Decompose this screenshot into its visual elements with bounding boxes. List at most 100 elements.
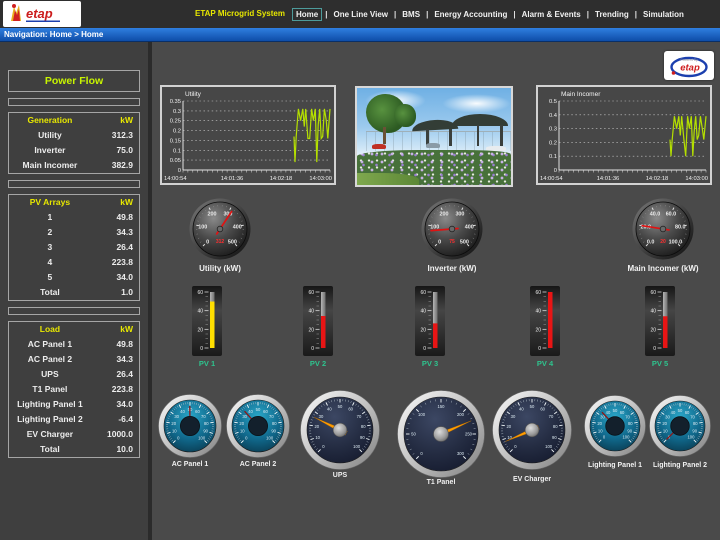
breadcrumb: Navigation: Home > Home [0, 28, 720, 42]
svg-text:60: 60 [195, 409, 200, 414]
svg-text:14:00:54: 14:00:54 [540, 176, 563, 182]
pv-3-label: PV 3 [400, 359, 460, 368]
menu-item-one-line-view[interactable]: One Line View [330, 9, 391, 20]
section-pv-arrays: PV ArrayskW149.8234.3326.44223.8534.0Tot… [8, 194, 140, 301]
section-header: Generation [9, 113, 91, 128]
svg-text:50: 50 [338, 404, 343, 409]
table-row: Main Incomer382.9 [9, 158, 139, 173]
svg-text:200: 200 [208, 211, 217, 217]
svg-text:500: 500 [228, 239, 237, 245]
svg-text:70: 70 [269, 414, 274, 419]
power-flow-sections: Generation kW Utility312.3Inverter75.0Main… [8, 98, 140, 458]
svg-text:0: 0 [538, 346, 541, 352]
logo-text: etap [26, 6, 53, 21]
pv-meter-bar [548, 292, 553, 348]
svg-text:0.15: 0.15 [170, 138, 181, 144]
svg-text:10: 10 [240, 429, 245, 434]
row-label: AC Panel 2 [9, 352, 91, 367]
menu-item-simulation[interactable]: Simulation [640, 9, 687, 20]
menu-item-bms[interactable]: BMS [399, 9, 423, 20]
main-incomer-chart-svg: Main Incomer00.10.20.30.40.514:00:5414:0… [538, 87, 710, 183]
svg-text:30: 30 [511, 414, 516, 419]
svg-text:60: 60 [420, 290, 426, 296]
svg-text:70: 70 [201, 414, 206, 419]
menu-item-trending[interactable]: Trending [592, 9, 632, 20]
photo-cloud [442, 94, 511, 113]
svg-text:60: 60 [308, 290, 314, 296]
row-value: 1000.0 [91, 427, 133, 442]
svg-text:30: 30 [319, 414, 324, 419]
svg-text:300: 300 [457, 451, 465, 456]
svg-text:0: 0 [438, 239, 441, 245]
svg-text:50: 50 [411, 432, 416, 437]
menu-item-alarm-events[interactable]: Alarm & Events [519, 9, 584, 20]
svg-text:90: 90 [271, 429, 276, 434]
row-value: 10.0 [91, 442, 133, 457]
row-value: 312.3 [91, 128, 133, 143]
row-label: 3 [9, 240, 91, 255]
pv-meter-bar [210, 302, 215, 348]
section-unit: kW [91, 322, 133, 337]
section-generation: GenerationkWUtility312.3Inverter75.0Main… [8, 112, 140, 174]
row-label: Lighting Panel 1 [9, 397, 91, 412]
svg-text:20: 20 [597, 421, 602, 426]
svg-text:0: 0 [554, 168, 557, 174]
pv-1-meter: 0204060 [192, 286, 222, 356]
lighting-panel-2-gauge: 0102030405060708090100 [649, 395, 711, 457]
row-value: 34.3 [91, 225, 133, 240]
table-row: Total10.0 [9, 442, 139, 457]
svg-text:0: 0 [423, 346, 426, 352]
pv-4-meter: 0204060 [530, 286, 560, 356]
row-value: 75.0 [91, 143, 133, 158]
round-gauge-svg: 0102030405060708090100 [226, 394, 290, 458]
svg-text:20: 20 [308, 327, 314, 333]
svg-text:20: 20 [239, 421, 244, 426]
photo-car [372, 144, 386, 149]
table-row: Inverter75.0 [9, 143, 139, 158]
section-spacer [8, 180, 140, 188]
svg-text:0.25: 0.25 [170, 119, 181, 125]
t1-panel-gauge: 050100150200250300 [397, 390, 485, 478]
pv-meter-svg: 0204060 [415, 286, 445, 356]
svg-text:40: 40 [535, 309, 541, 315]
row-label: Inverter [9, 143, 91, 158]
pv-meter-svg: 0204060 [192, 286, 222, 356]
svg-text:100: 100 [622, 435, 630, 440]
row-label: 4 [9, 255, 91, 270]
table-row: Utility312.3 [9, 128, 139, 143]
svg-text:150: 150 [438, 404, 446, 409]
svg-text:250: 250 [465, 432, 473, 437]
svg-text:90: 90 [203, 429, 208, 434]
svg-text:60: 60 [650, 290, 656, 296]
photo-canopy-post [449, 129, 451, 146]
ac-panel-1-gauge: 0102030405060708090100 [158, 394, 222, 458]
row-value: 49.8 [91, 210, 133, 225]
svg-text:10: 10 [663, 428, 668, 433]
main-area: Utility00.050.10.150.20.250.30.3514:00:5… [152, 42, 720, 540]
row-label: EV Charger [9, 427, 91, 442]
round-gauge-svg: 0102030405060708090100 [158, 394, 222, 458]
svg-text:90: 90 [627, 428, 632, 433]
table-row: 234.3 [9, 225, 139, 240]
menu-item-home[interactable]: Home [292, 8, 322, 21]
analog-gauge-svg: 010020030040050075 [421, 198, 483, 260]
pv-meter-svg: 0204060 [530, 286, 560, 356]
pv-4-label: PV 4 [515, 359, 575, 368]
svg-text:0: 0 [206, 239, 209, 245]
ac-panel-2-gauge: 0102030405060708090100 [226, 394, 290, 458]
svg-text:40: 40 [420, 309, 426, 315]
svg-text:80: 80 [628, 421, 633, 426]
svg-text:70: 70 [625, 414, 630, 419]
table-row: 149.8 [9, 210, 139, 225]
svg-text:0.3: 0.3 [549, 127, 557, 133]
svg-text:70: 70 [357, 414, 362, 419]
row-label: Utility [9, 128, 91, 143]
round-gauge-svg: 0102030405060708090100 [584, 395, 646, 457]
photo-canopy-post [477, 125, 479, 146]
pv-meter-svg: 0204060 [645, 286, 675, 356]
menu-item-energy-accounting[interactable]: Energy Accounting [431, 9, 510, 20]
svg-text:40.0: 40.0 [650, 211, 661, 217]
svg-text:60: 60 [540, 407, 545, 412]
row-value: 223.8 [91, 255, 133, 270]
pv-5-label: PV 5 [630, 359, 690, 368]
